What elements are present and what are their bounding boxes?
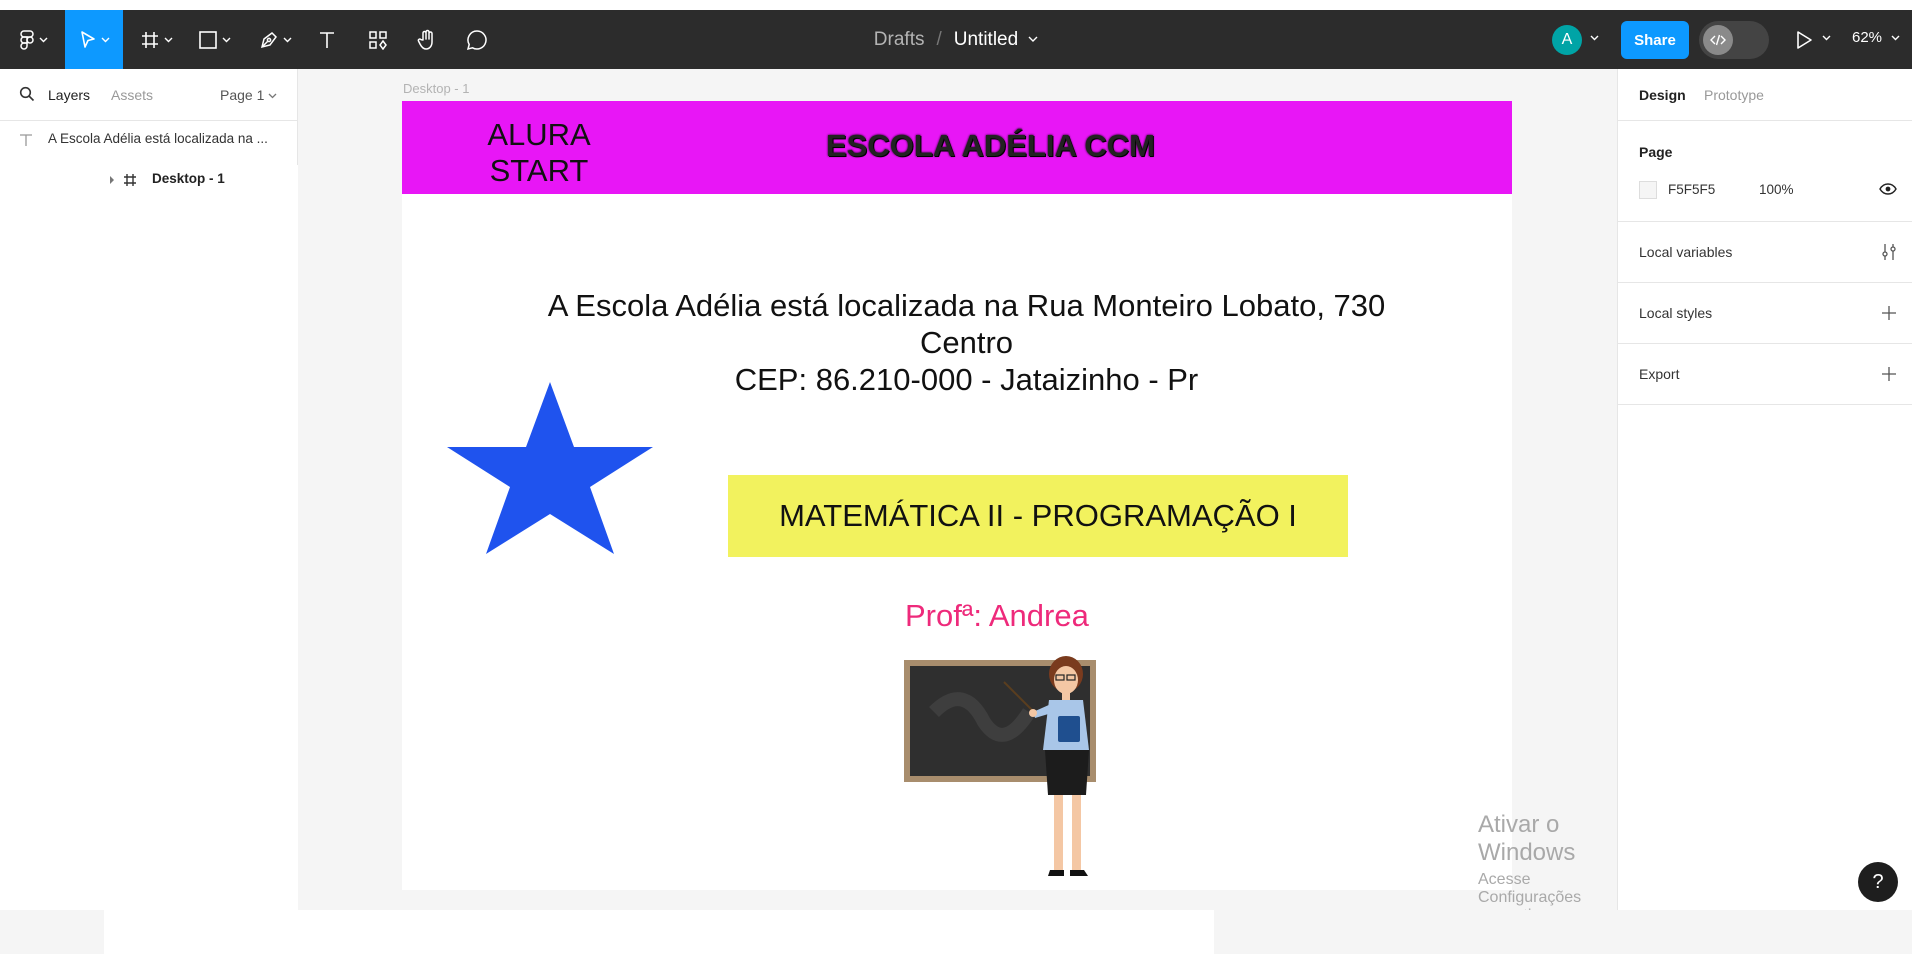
figma-logo-icon — [19, 29, 34, 50]
avatar[interactable]: A — [1552, 25, 1582, 55]
frame-hash-icon — [141, 31, 158, 48]
address-line-2: Centro — [919, 325, 1014, 360]
frame-tool-button[interactable] — [133, 10, 179, 69]
resources-tool-button[interactable] — [363, 10, 393, 69]
alura-line: ALURA — [487, 117, 591, 152]
alura-start-text[interactable]: ALURA START — [474, 117, 604, 189]
toolbar: Drafts / Untitled A Share 62% — [0, 10, 1912, 69]
desktop-frame[interactable]: ALURA START ESCOLA ADÉLIA CCM A Escola A… — [402, 101, 1512, 890]
plus-icon[interactable] — [1881, 366, 1897, 382]
divider — [1618, 404, 1912, 405]
tab-prototype[interactable]: Prototype — [1704, 87, 1764, 103]
rectangle-icon — [198, 30, 217, 49]
caret-right-icon[interactable] — [109, 176, 115, 184]
address-line-1: A Escola Adélia está localizada na Rua M… — [547, 288, 1386, 323]
chevron-down-icon[interactable] — [1822, 35, 1831, 41]
windows-activation-watermark: Ativar o Windows Acesse Configurações pa… — [1478, 811, 1617, 910]
move-tool-button[interactable] — [65, 10, 123, 69]
chevron-down-icon — [222, 37, 230, 42]
main-menu-button[interactable] — [10, 10, 56, 69]
school-title[interactable]: ESCOLA ADÉLIA CCM — [826, 128, 1155, 164]
star-shape[interactable] — [447, 382, 653, 554]
teacher-name[interactable]: Profª: Andrea — [905, 598, 1089, 634]
text-layer-icon — [20, 134, 32, 146]
eye-icon[interactable] — [1879, 183, 1897, 195]
help-button[interactable]: ? — [1858, 862, 1898, 902]
dev-mode-toggle[interactable] — [1699, 21, 1769, 59]
share-button[interactable]: Share — [1621, 21, 1689, 59]
subject-box[interactable]: MATEMÁTICA II - PROGRAMAÇÃO I — [728, 475, 1348, 557]
shape-tool-button[interactable] — [191, 10, 237, 69]
local-styles-title[interactable]: Local styles — [1639, 305, 1712, 321]
comment-tool-button[interactable] — [462, 10, 492, 69]
chevron-down-icon — [39, 37, 47, 42]
tab-assets[interactable]: Assets — [111, 87, 153, 103]
start-line: START — [489, 153, 589, 188]
page-section-title: Page — [1639, 144, 1673, 160]
divider — [1618, 221, 1912, 222]
chevron-down-icon — [164, 37, 172, 42]
comment-bubble-icon — [466, 29, 487, 50]
header-banner[interactable]: ALURA START ESCOLA ADÉLIA CCM — [402, 101, 1512, 194]
chevron-down-icon[interactable] — [268, 93, 277, 99]
play-icon[interactable] — [1795, 30, 1813, 50]
layer-row-text[interactable]: A Escola Adélia está localizada na ... — [0, 125, 297, 155]
search-icon[interactable] — [19, 86, 35, 102]
teacher-illustration[interactable] — [904, 652, 1114, 892]
tab-layers[interactable]: Layers — [48, 87, 90, 103]
chevron-down-icon[interactable] — [1590, 35, 1599, 41]
window-top-strip — [0, 0, 1912, 10]
hand-icon — [417, 29, 433, 50]
frame-label[interactable]: Desktop - 1 — [403, 81, 469, 96]
page-opacity[interactable]: 100% — [1759, 182, 1794, 197]
breadcrumb-drafts[interactable]: Drafts — [874, 29, 925, 51]
components-icon — [369, 30, 387, 50]
tab-design[interactable]: Design — [1639, 87, 1686, 103]
chevron-down-icon[interactable] — [1891, 35, 1900, 41]
page-color-swatch[interactable] — [1639, 181, 1657, 199]
breadcrumb-separator: / — [936, 28, 942, 50]
local-variables-title[interactable]: Local variables — [1639, 244, 1732, 260]
divider — [1618, 282, 1912, 283]
export-title[interactable]: Export — [1639, 366, 1679, 382]
divider — [0, 120, 297, 121]
right-panel: Design Prototype Page F5F5F5 100% Local … — [1617, 69, 1912, 910]
watermark-title: Ativar o Windows — [1478, 811, 1576, 866]
cursor-icon — [80, 30, 95, 48]
page-selector[interactable]: Page 1 — [220, 87, 264, 103]
page-color-hex[interactable]: F5F5F5 — [1668, 182, 1715, 197]
watermark-subtitle: Acesse Configurações para ativar o Windo… — [1478, 871, 1582, 910]
file-title[interactable]: Untitled — [954, 29, 1018, 51]
text-tool-button[interactable] — [312, 10, 342, 69]
chevron-down-icon — [283, 37, 291, 42]
layer-label: A Escola Adélia está localizada na ... — [48, 131, 268, 146]
frame-hash-icon — [124, 174, 136, 186]
sliders-icon[interactable] — [1881, 243, 1897, 261]
dev-mode-knob — [1703, 25, 1733, 55]
hand-tool-button[interactable] — [412, 10, 442, 69]
zoom-level[interactable]: 62% — [1852, 29, 1882, 46]
left-panel-header: Layers Assets Page 1 — [0, 69, 297, 119]
chevron-down-icon[interactable] — [1028, 36, 1038, 43]
left-panel: Layers Assets Page 1 A Escola Adélia est… — [0, 69, 1214, 954]
code-icon — [1710, 34, 1726, 46]
text-icon — [320, 31, 334, 48]
chevron-down-icon — [101, 37, 109, 42]
divider — [1618, 120, 1912, 121]
pen-icon — [260, 31, 277, 48]
plus-icon[interactable] — [1881, 305, 1897, 321]
canvas[interactable]: Desktop - 1 ALURA START ESCOLA ADÉLIA CC… — [298, 69, 1617, 910]
pen-tool-button[interactable] — [252, 10, 298, 69]
divider — [1618, 343, 1912, 344]
